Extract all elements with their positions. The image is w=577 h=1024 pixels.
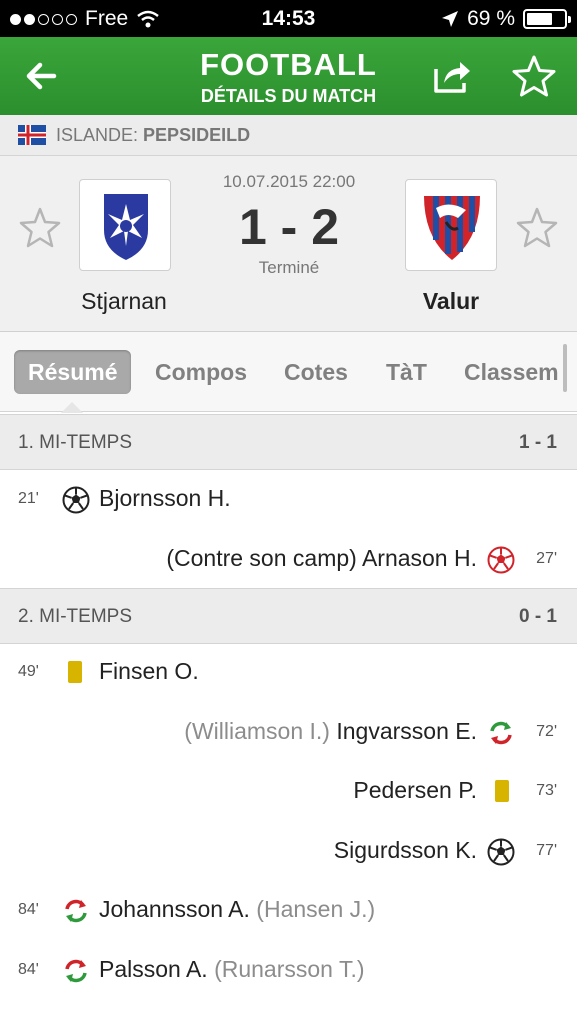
favorite-button[interactable]	[511, 53, 557, 99]
home-team-name[interactable]: Stjarnan	[44, 288, 204, 315]
event-minute: 84'	[18, 901, 39, 918]
substitution-icon	[62, 897, 90, 925]
substitution-icon	[62, 957, 90, 985]
goal-icon	[62, 486, 90, 514]
active-tab-pointer	[61, 402, 83, 413]
tab-compos[interactable]: Compos	[155, 350, 247, 394]
event-row[interactable]: 84' Palsson A. (Runarsson T.)	[0, 941, 577, 1001]
valur-crest-icon	[424, 196, 480, 260]
battery-icon	[523, 9, 571, 29]
tab-resume[interactable]: Résumé	[14, 350, 132, 394]
battery-info: 69 %	[441, 7, 571, 31]
favorite-away-button[interactable]	[515, 206, 559, 250]
tab-bar: Résumé Compos Cotes TàT Classem	[0, 332, 577, 412]
league-name: PEPSIDEILD	[143, 124, 251, 145]
event-minute: 72'	[536, 723, 557, 740]
event-player: Bjornsson H.	[99, 485, 231, 511]
event-row[interactable]: 49' Finsen O.	[0, 643, 577, 703]
substitution-icon	[487, 719, 515, 747]
league-country: ISLANDE: PEPSIDEILD	[56, 125, 250, 146]
event-player: Finsen O.	[99, 658, 199, 684]
match-header: Stjarnan 10.07.2015 22:00 1 - 2 Terminé …	[0, 156, 577, 332]
section-header-second-half: 2. MI-TEMPS 0 - 1	[0, 588, 577, 644]
star-outline-icon	[516, 207, 558, 248]
event-player: Sigurdsson K.	[333, 837, 477, 863]
tabs-scroll-indicator	[563, 344, 567, 392]
event-minute: 49'	[18, 663, 39, 680]
section-header-first-half: 1. MI-TEMPS 1 - 1	[0, 414, 577, 470]
event-player: Ingvarsson E.	[336, 718, 477, 744]
away-team-name[interactable]: Valur	[371, 288, 531, 315]
event-description: (Contre son camp) Arnason H.	[166, 545, 477, 572]
status-bar: Free 14:53 69 %	[0, 0, 577, 37]
away-team-logo[interactable]	[405, 179, 497, 271]
section-label: 1. MI-TEMPS	[18, 432, 133, 453]
section-label: 2. MI-TEMPS	[18, 606, 133, 627]
event-minute: 73'	[536, 782, 557, 799]
tab-tat[interactable]: TàT	[386, 350, 427, 394]
yellow-card-icon	[68, 661, 82, 683]
league-country-label: ISLANDE:	[56, 124, 139, 145]
match-status: Terminé	[258, 258, 320, 277]
event-row[interactable]: (Williamson I.) Ingvarsson E. 72'	[0, 703, 577, 763]
yellow-card-icon	[495, 780, 509, 802]
event-minute: 77'	[536, 842, 557, 859]
app-header: FOOTBALL DÉTAILS DU MATCH	[0, 37, 577, 115]
tab-cotes[interactable]: Cotes	[284, 350, 348, 394]
event-player: Palsson A.	[99, 956, 208, 982]
home-team-logo[interactable]	[79, 179, 171, 271]
section-score: 0 - 1	[518, 606, 557, 627]
tab-classement[interactable]: Classem	[464, 350, 559, 394]
event-description: Johannsson A. (Hansen J.)	[99, 896, 375, 923]
event-player: Johannsson A.	[99, 896, 250, 922]
event-minute: 21'	[18, 490, 39, 507]
match-score: 1 - 2	[238, 199, 340, 255]
event-player: Arnason H.	[361, 545, 477, 571]
event-player: Pedersen P.	[353, 777, 477, 803]
event-row[interactable]: Pedersen P. 73'	[0, 762, 577, 822]
share-icon	[434, 62, 470, 93]
stjarnan-crest-icon	[104, 194, 148, 260]
share-button[interactable]	[428, 53, 474, 99]
event-row[interactable]: 84' Johannsson A. (Hansen J.)	[0, 881, 577, 941]
goal-icon	[487, 838, 515, 866]
favorite-home-button[interactable]	[18, 206, 62, 250]
event-extra: (Williamson I.)	[184, 718, 330, 744]
page-title: FOOTBALL	[200, 47, 377, 82]
event-extra: (Contre son camp)	[166, 545, 357, 571]
event-row[interactable]: Sigurdsson K. 77'	[0, 822, 577, 882]
event-description: Palsson A. (Runarsson T.)	[99, 956, 365, 983]
location-arrow-icon	[442, 11, 459, 27]
star-outline-icon	[19, 207, 61, 248]
own-goal-icon	[487, 546, 515, 574]
event-extra: (Hansen J.)	[256, 896, 376, 922]
battery-percent: 69 %	[467, 7, 515, 30]
page-subtitle: DÉTAILS DU MATCH	[200, 86, 377, 106]
event-row[interactable]: (Contre son camp) Arnason H. 27'	[0, 530, 577, 590]
star-icon	[512, 55, 556, 97]
section-score: 1 - 1	[518, 432, 557, 453]
match-datetime: 10.07.2015 22:00	[222, 172, 356, 191]
league-bar[interactable]: ISLANDE: PEPSIDEILD	[0, 115, 577, 156]
iceland-flag-icon	[18, 125, 46, 145]
event-extra: (Runarsson T.)	[214, 956, 365, 982]
event-minute: 27'	[536, 550, 557, 567]
event-row[interactable]: 21' Bjornsson H.	[0, 470, 577, 530]
event-description: (Williamson I.) Ingvarsson E.	[184, 718, 477, 745]
event-minute: 84'	[18, 961, 39, 978]
